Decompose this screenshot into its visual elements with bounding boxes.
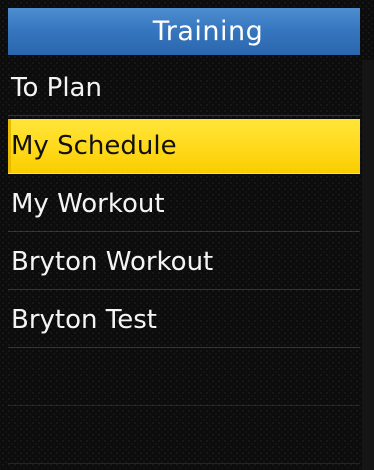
training-screen: Training To Plan My Schedule My Workout … [0,0,374,470]
scrollbar[interactable] [362,60,374,470]
menu-item-my-schedule[interactable]: My Schedule [8,119,360,174]
empty-menu-row [8,351,360,406]
menu-item-bryton-test[interactable]: Bryton Test [8,293,360,348]
menu-item-label: Bryton Test [11,305,157,335]
menu-item-label: Bryton Workout [11,247,214,277]
menu-item-bryton-workout[interactable]: Bryton Workout [8,235,360,290]
menu-item-label: My Schedule [11,131,177,161]
empty-menu-row [8,409,360,464]
menu-item-to-plan[interactable]: To Plan [8,61,360,116]
training-menu: To Plan My Schedule My Workout Bryton Wo… [8,61,360,467]
menu-item-my-workout[interactable]: My Workout [8,177,360,232]
selection-indicator [8,119,11,173]
page-title: Training [152,16,264,47]
menu-item-label: To Plan [11,73,102,103]
title-bar: Training [8,8,360,55]
menu-item-label: My Workout [11,189,165,219]
